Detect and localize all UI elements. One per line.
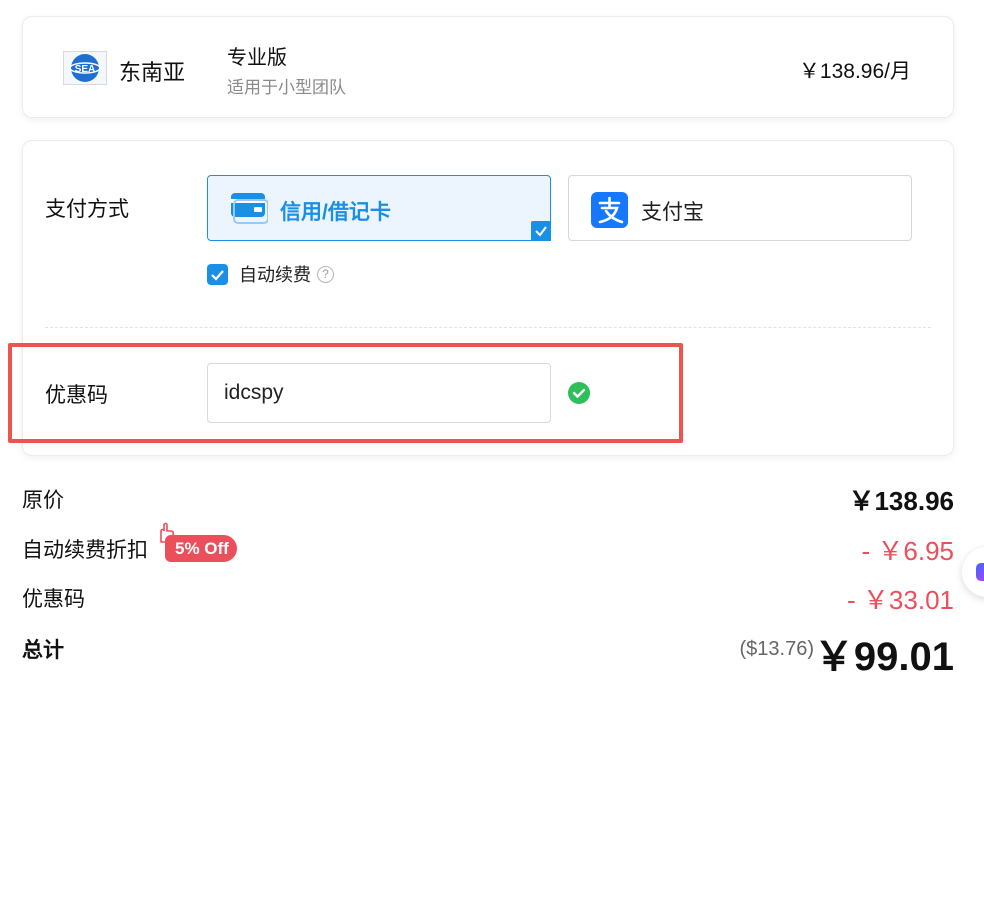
- original-price-label: 原价: [22, 489, 64, 512]
- renew-discount-row: 自动续费折扣 5% Off - ￥6.95: [22, 522, 955, 568]
- divider: [45, 327, 931, 328]
- payment-card: 支付方式 信用/借记卡 支付宝 自动续费 ? 优惠码 idcspy: [22, 140, 954, 456]
- plan-price: ￥138.96/月: [798, 60, 911, 83]
- auto-renew-checkbox[interactable]: [207, 263, 228, 285]
- credit-card-label: 信用/借记卡: [280, 201, 391, 224]
- total-label: 总计: [22, 639, 64, 662]
- plan-card: SEA 东南亚 专业版 适用于小型团队 ￥138.96/月: [22, 16, 954, 118]
- total-row: 总计 ($13.76) ￥99.01: [22, 628, 954, 679]
- floating-assistant-button[interactable]: [962, 547, 984, 597]
- alipay-option[interactable]: 支付宝: [568, 175, 912, 241]
- svg-text:SEA: SEA: [75, 64, 96, 75]
- renew-discount-label: 自动续费折扣: [22, 539, 148, 562]
- total-value: ￥99.01: [813, 635, 954, 679]
- discount-badge: 5% Off: [165, 535, 237, 562]
- coupon-discount-row: 优惠码 - ￥33.01: [22, 577, 954, 617]
- auto-renew-row: 自动续费 ?: [207, 263, 334, 285]
- original-price-value: ￥138.96: [848, 486, 954, 516]
- coupon-label: 优惠码: [45, 384, 108, 407]
- help-icon[interactable]: ?: [317, 265, 334, 283]
- auto-renew-label: 自动续费: [239, 265, 311, 285]
- check-circle-icon: [567, 381, 591, 410]
- coupon-discount-label: 优惠码: [22, 588, 85, 611]
- coupon-input[interactable]: [207, 363, 551, 423]
- credit-card-option[interactable]: 信用/借记卡: [207, 175, 551, 241]
- renew-discount-value: - ￥6.95: [861, 536, 955, 566]
- region-name: 东南亚: [119, 60, 186, 85]
- selected-check-icon: [531, 221, 551, 241]
- total-usd: ($13.76): [739, 638, 815, 660]
- credit-card-icon: [230, 192, 269, 229]
- original-price-row: 原价 ￥138.96: [22, 478, 954, 518]
- alipay-label: 支付宝: [641, 201, 704, 224]
- payment-method-label: 支付方式: [45, 198, 129, 221]
- alipay-icon: [591, 192, 629, 233]
- plan-name: 专业版: [227, 47, 287, 69]
- plan-description: 适用于小型团队: [227, 78, 346, 97]
- coupon-discount-value: - ￥33.01: [847, 585, 954, 615]
- assistant-icon: [976, 563, 984, 581]
- region-logo: SEA: [63, 51, 107, 85]
